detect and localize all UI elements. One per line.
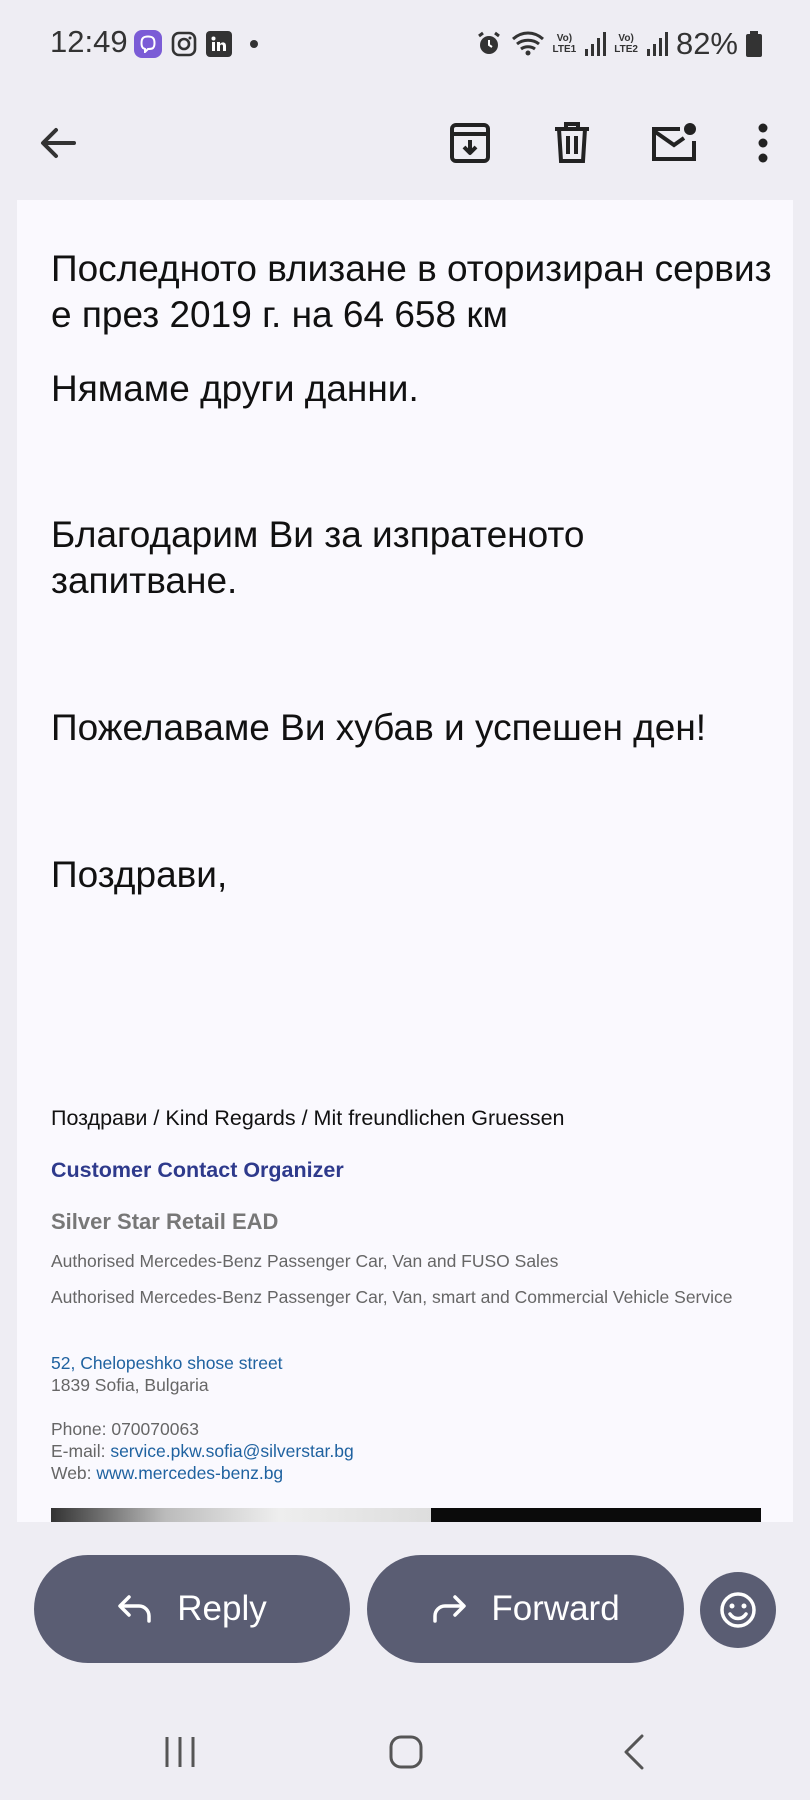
back-arrow-icon: [41, 128, 76, 158]
linkedin-icon: [206, 31, 232, 57]
signal2-icon: [646, 32, 668, 56]
signature-sales-line: Authorised Mercedes-Benz Passenger Car, …: [51, 1251, 559, 1271]
signature-company: Silver Star Retail EAD: [51, 1209, 279, 1234]
forward-label: Forward: [491, 1589, 620, 1628]
email-body: Последното влизане в оторизиран сервиз е…: [17, 200, 793, 1522]
signature-address: 52, Chelopeshko shose street 1839 Sofia,…: [51, 1352, 771, 1396]
signal1-icon: [585, 32, 607, 56]
phone-label: Phone:: [51, 1419, 107, 1439]
forward-button[interactable]: Forward: [367, 1555, 684, 1663]
delete-icon: [555, 122, 589, 163]
paragraph-thanks: Благодарим Ви за изпратеното запитване.: [51, 514, 585, 601]
web-label: Web:: [51, 1463, 92, 1483]
signature-service-line: Authorised Mercedes-Benz Passenger Car, …: [51, 1287, 733, 1307]
web-link[interactable]: www.mercedes-benz.bg: [96, 1463, 283, 1483]
delete-button[interactable]: [537, 108, 607, 178]
wifi-icon: [511, 31, 544, 56]
phone-number: 070070063: [111, 1419, 199, 1439]
more-notifications-dot: [250, 40, 258, 48]
home-button[interactable]: [376, 1730, 436, 1774]
mark-unread-icon: [652, 123, 696, 161]
instagram-icon: [170, 30, 198, 58]
status-bar: 12:49 Vo) LTE1 Vo) LTE2 82%: [0, 0, 810, 90]
paragraph-last-service: Последното влизане в оторизиран сервиз е…: [51, 248, 772, 335]
signature-contacts: Phone: 070070063 E-mail: service.pkw.sof…: [51, 1418, 771, 1484]
forward-icon: [433, 1595, 467, 1623]
emoji-icon: [720, 1592, 756, 1628]
email-toolbar: [0, 90, 810, 200]
back-nav-icon: [624, 1734, 644, 1770]
paragraph-wishes: Пожелаваме Ви хубав и успешен ден!: [51, 707, 707, 748]
address-street-link[interactable]: 52, Chelopeshko shose street: [51, 1353, 283, 1373]
reply-label: Reply: [177, 1589, 267, 1628]
reply-button[interactable]: Reply: [34, 1555, 350, 1663]
sim2-label: Vo) LTE2: [614, 33, 638, 55]
back-nav-button[interactable]: [604, 1730, 664, 1774]
status-right: Vo) LTE1 Vo) LTE2 82%: [475, 26, 762, 62]
paragraph-no-data: Нямаме други данни.: [51, 368, 419, 409]
viber-icon: [134, 30, 162, 58]
archive-icon: [450, 123, 490, 163]
notification-icons: [134, 30, 258, 58]
mark-unread-button[interactable]: [639, 108, 709, 178]
paragraph-greeting: Поздрави,: [51, 854, 228, 895]
reply-icon: [118, 1595, 151, 1623]
more-options-button[interactable]: [728, 108, 798, 178]
signature-title: Customer Contact Organizer: [51, 1158, 344, 1182]
recent-apps-icon: [165, 1737, 195, 1767]
battery-percent: 82%: [675, 26, 738, 61]
email-link[interactable]: service.pkw.sofia@silverstar.bg: [110, 1441, 353, 1461]
battery-icon: [746, 31, 762, 57]
system-nav-bar: [0, 1700, 810, 1800]
more-options-icon: [758, 123, 768, 163]
back-button[interactable]: [23, 108, 93, 178]
emoji-reaction-button[interactable]: [700, 1572, 776, 1648]
home-icon: [389, 1735, 423, 1769]
signature-banner-image: [51, 1508, 761, 1522]
email-label: E-mail:: [51, 1441, 106, 1461]
recent-apps-button[interactable]: [150, 1730, 210, 1774]
archive-button[interactable]: [435, 108, 505, 178]
address-city: 1839 Sofia, Bulgaria: [51, 1375, 209, 1395]
signature-regards: Поздрави / Kind Regards / Mit freundlich…: [51, 1106, 565, 1130]
sim1-label: Vo) LTE1: [552, 33, 577, 55]
status-time: 12:49: [50, 24, 128, 59]
alarm-icon: [477, 31, 500, 54]
